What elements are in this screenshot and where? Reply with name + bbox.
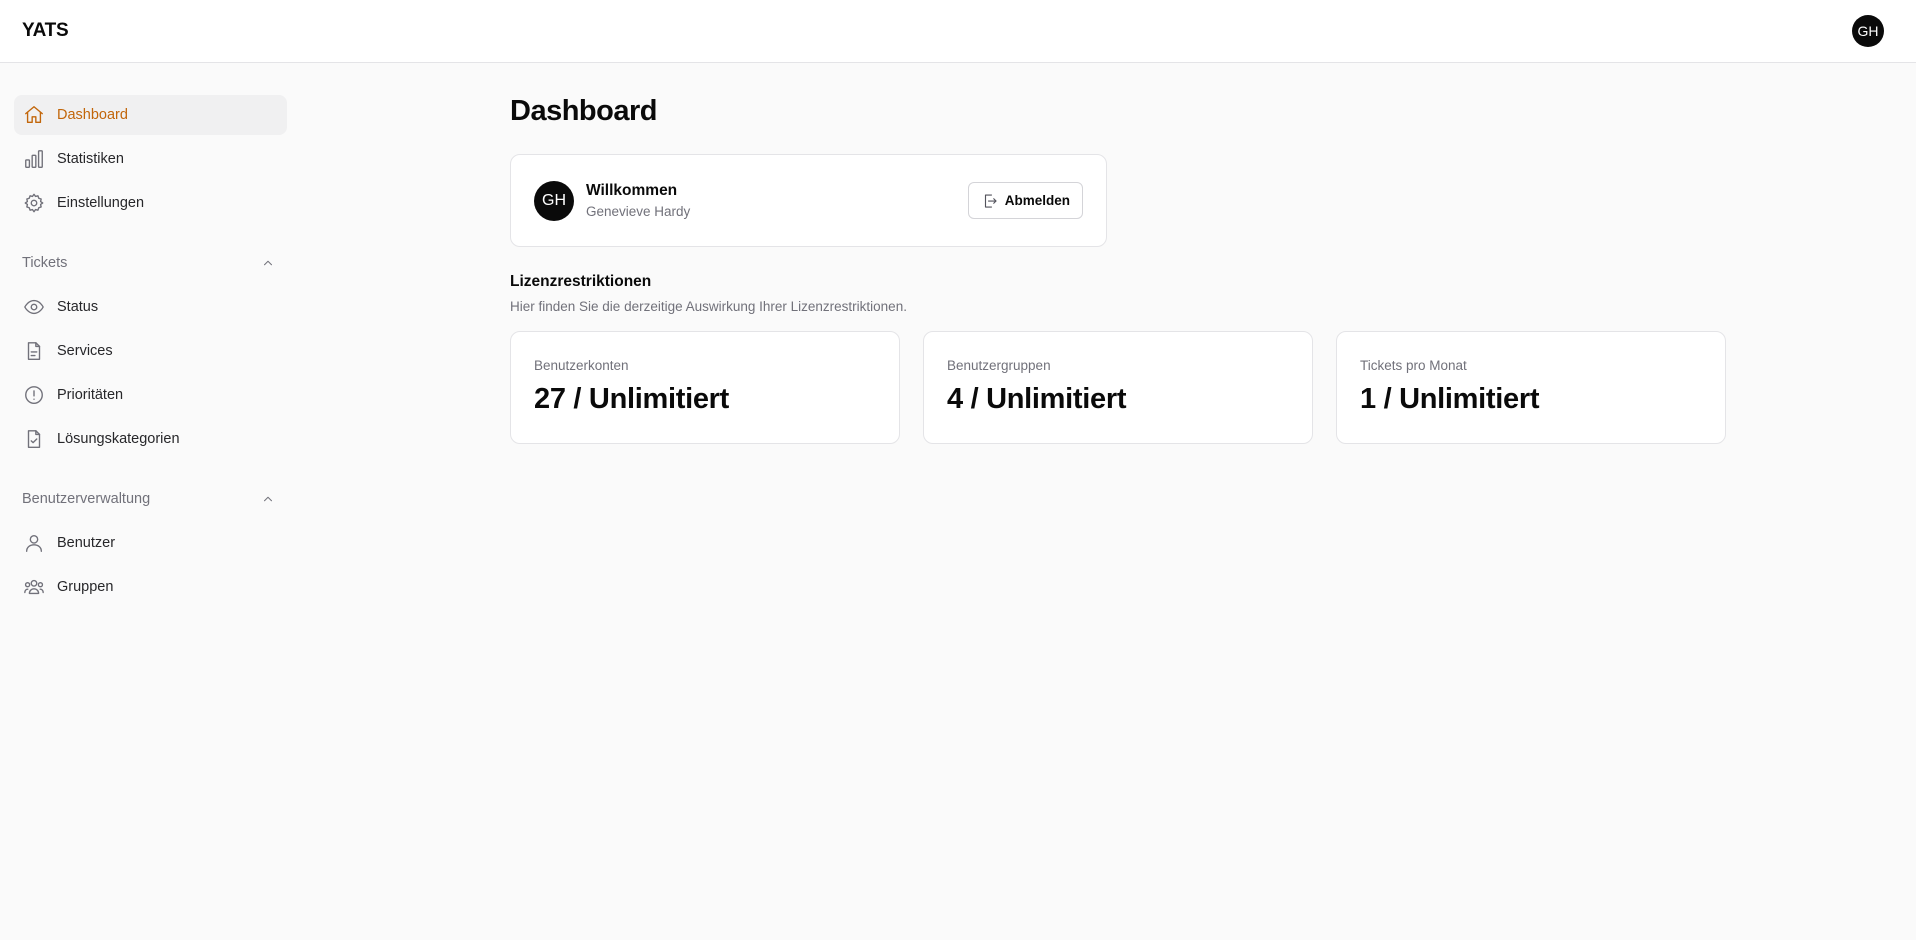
- sidebar-item-status[interactable]: Status: [14, 287, 287, 327]
- app-logo[interactable]: YATS: [22, 20, 69, 42]
- stat-value: 4 / Unlimitiert: [947, 383, 1127, 415]
- sidebar-item-benutzer[interactable]: Benutzer: [14, 523, 287, 563]
- license-section-title: Lizenzrestriktionen: [510, 273, 652, 290]
- section-toggle-tickets[interactable]: Tickets: [14, 243, 287, 283]
- license-stats: Benutzerkonten 27 / Unlimitiert Benutzer…: [510, 331, 1730, 444]
- sidebar-item-label: Services: [57, 343, 113, 359]
- section-toggle-benutzerverwaltung[interactable]: Benutzerverwaltung: [14, 479, 287, 519]
- sidebar-item-dashboard[interactable]: Dashboard: [14, 95, 287, 135]
- section-title: Benutzerverwaltung: [22, 491, 151, 507]
- logout-icon: [984, 193, 997, 208]
- document-icon: [22, 339, 46, 363]
- stat-value: 1 / Unlimitiert: [1360, 383, 1540, 415]
- chevron-up-icon: [263, 496, 273, 502]
- sidebar-item-label: Dashboard: [57, 107, 128, 123]
- welcome-text: Willkommen Genevieve Hardy: [586, 182, 690, 219]
- user-name: Genevieve Hardy: [586, 204, 691, 219]
- home-icon: [22, 103, 46, 127]
- user-avatar[interactable]: GH: [1852, 15, 1884, 47]
- sidebar-item-services[interactable]: Services: [14, 331, 287, 371]
- gear-icon: [22, 191, 46, 215]
- top-bar: YATS GH: [0, 0, 1916, 63]
- welcome-card: GH Willkommen Genevieve Hardy Abmelden: [510, 154, 1107, 247]
- document-check-icon: [22, 427, 46, 451]
- sidebar-item-label: Status: [57, 299, 99, 315]
- section-title: Tickets: [22, 255, 68, 271]
- main-content: Dashboard GH Willkommen Genevieve Hardy …: [510, 95, 1730, 444]
- sidebar: Dashboard Statistiken Einstellungen Tick…: [14, 95, 287, 611]
- stat-card-benutzergruppen: Benutzergruppen 4 / Unlimitiert: [923, 331, 1313, 444]
- sidebar-item-label: Prioritäten: [57, 387, 124, 403]
- bar-chart-icon: [22, 147, 46, 171]
- sidebar-item-statistiken[interactable]: Statistiken: [14, 139, 287, 179]
- stat-card-tickets-pro-monat: Tickets pro Monat 1 / Unlimitiert: [1336, 331, 1726, 444]
- alert-circle-icon: [22, 383, 46, 407]
- stat-label: Tickets pro Monat: [1360, 358, 1467, 373]
- logout-button[interactable]: Abmelden: [967, 182, 1083, 219]
- chevron-up-icon: [263, 260, 273, 266]
- sidebar-item-label: Benutzer: [57, 535, 116, 551]
- stat-card-benutzerkonten: Benutzerkonten 27 / Unlimitiert: [510, 331, 900, 444]
- user-icon: [22, 531, 46, 555]
- license-section-description: Hier finden Sie die derzeitige Auswirkun…: [510, 299, 907, 314]
- sidebar-item-loesungskategorien[interactable]: Lösungskategorien: [14, 419, 287, 459]
- sidebar-item-gruppen[interactable]: Gruppen: [14, 567, 287, 607]
- page-title: Dashboard: [510, 95, 657, 127]
- welcome-info: GH Willkommen Genevieve Hardy: [534, 180, 690, 221]
- sidebar-item-prioritaeten[interactable]: Prioritäten: [14, 375, 287, 415]
- avatar: GH: [534, 180, 574, 221]
- sidebar-item-einstellungen[interactable]: Einstellungen: [14, 183, 287, 223]
- users-group-icon: [22, 575, 46, 599]
- eye-icon: [22, 295, 46, 319]
- logout-label: Abmelden: [1004, 193, 1070, 208]
- sidebar-item-label: Einstellungen: [57, 195, 145, 211]
- sidebar-item-label: Lösungskategorien: [57, 431, 180, 447]
- stat-label: Benutzerkonten: [534, 358, 629, 373]
- sidebar-item-label: Statistiken: [57, 151, 124, 167]
- stat-value: 27 / Unlimitiert: [534, 383, 730, 415]
- stat-label: Benutzergruppen: [947, 358, 1051, 373]
- sidebar-item-label: Gruppen: [57, 579, 114, 595]
- welcome-title: Willkommen: [586, 182, 678, 199]
